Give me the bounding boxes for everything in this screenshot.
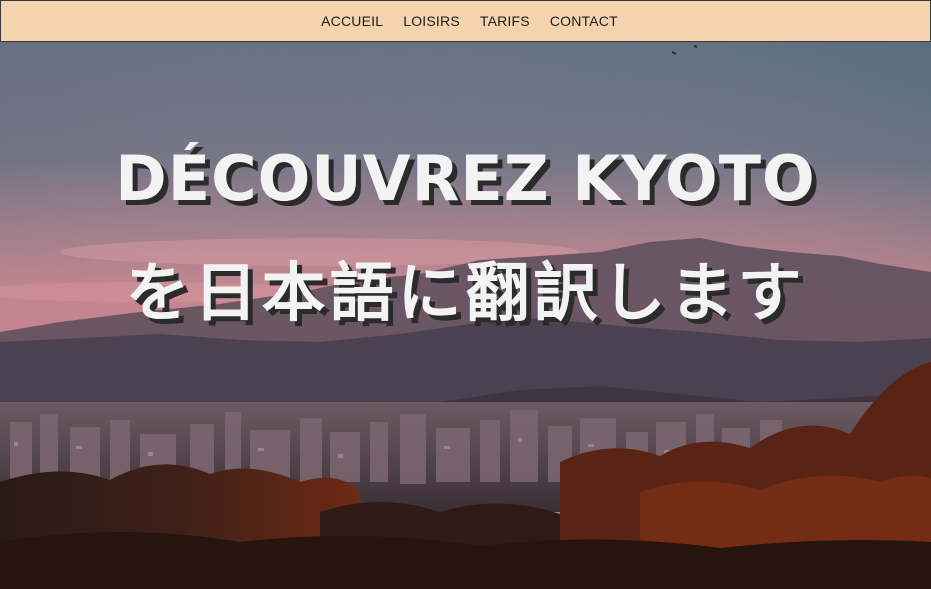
hero-title: DÉCOUVREZ KYOTO [115, 142, 816, 215]
page: ACCUEIL LOISIRS TARIFS CONTACT DÉCOUVREZ… [0, 0, 931, 589]
navigation-bar: ACCUEIL LOISIRS TARIFS CONTACT [0, 0, 931, 42]
nav-link-accueil[interactable]: ACCUEIL [321, 13, 383, 29]
nav-links: ACCUEIL LOISIRS TARIFS CONTACT [321, 13, 618, 29]
nav-link-contact[interactable]: CONTACT [550, 13, 618, 29]
nav-link-tarifs[interactable]: TARIFS [480, 13, 530, 29]
nav-link-loisirs[interactable]: LOISIRS [403, 13, 460, 29]
hero-section: DÉCOUVREZ KYOTO を日本語に翻訳します [0, 42, 931, 589]
hero-subtitle: を日本語に翻訳します [125, 257, 806, 331]
